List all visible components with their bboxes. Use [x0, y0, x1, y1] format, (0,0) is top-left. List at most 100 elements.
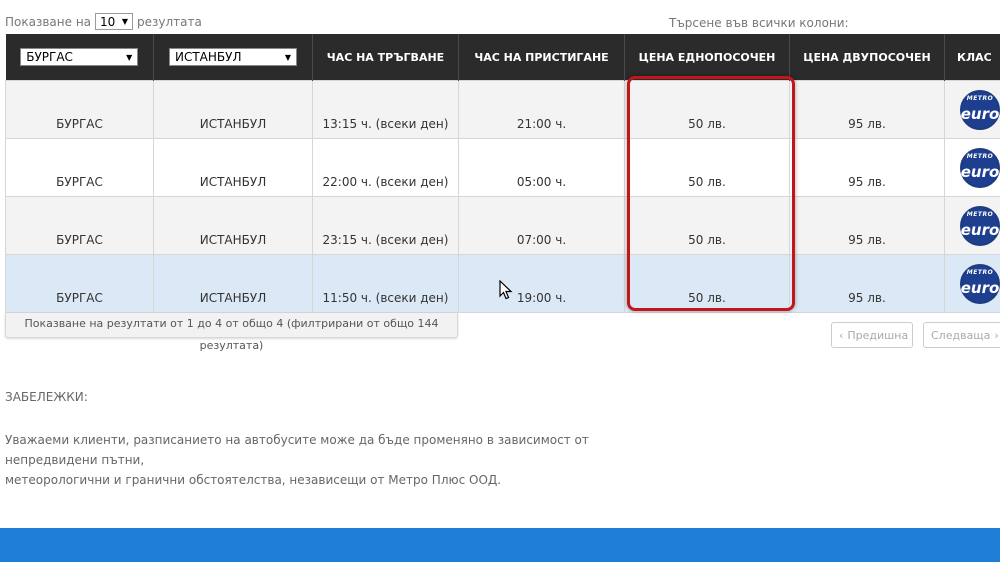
one-way-price-cell: 50 лв.	[624, 80, 790, 139]
arrival-cell: 05:00 ч.	[458, 138, 625, 197]
table-row: БУРГАС ИСТАНБУЛ 23:15 ч. (всеки ден) 07:…	[5, 196, 1000, 255]
mouse-cursor-icon	[499, 279, 513, 304]
logo-top-text: METRO	[966, 94, 994, 102]
round-trip-price-value: 95 лв.	[848, 291, 886, 305]
round-trip-price-cell: 95 лв.	[789, 254, 945, 313]
one-way-price-value: 50 лв.	[688, 117, 726, 131]
logo-main-text: euro	[960, 104, 1000, 123]
metro-euro-logo: METRO euro	[960, 147, 1000, 188]
metro-euro-logo: METRO euro	[960, 205, 1000, 246]
chevron-right-icon: ›	[994, 328, 999, 342]
departure-value: 11:50 ч. (всеки ден)	[322, 291, 449, 305]
round-trip-price-cell: 95 лв.	[789, 196, 945, 255]
from-value: БУРГАС	[56, 117, 103, 131]
one-way-price-value: 50 лв.	[688, 291, 726, 305]
round-trip-price-column-header[interactable]: ЦЕНА ДВУПОСОЧЕН	[789, 34, 945, 81]
departure-cell: 11:50 ч. (всеки ден)	[312, 254, 459, 313]
arrival-value: 07:00 ч.	[516, 233, 567, 247]
page-length-prefix: Показване на	[5, 14, 92, 29]
to-cell: ИСТАНБУЛ	[153, 80, 313, 139]
schedule-table: БУРГАС ▼ ИСТАНБУЛ ▼ ЧАС НА ТРЪГВАНЕ ЧАС …	[5, 34, 1000, 313]
metro-euro-logo: METRO euro	[960, 89, 1000, 130]
next-page-label: Следваща	[931, 328, 991, 342]
arrival-cell: 21:00 ч.	[458, 80, 625, 139]
from-cell: БУРГАС	[5, 138, 154, 197]
page-length-suffix: резултата	[137, 14, 202, 29]
from-filter-select[interactable]: БУРГАС ▼	[20, 48, 139, 66]
arrival-value: 05:00 ч.	[516, 175, 567, 189]
arrival-value: 21:00 ч.	[516, 117, 567, 131]
logo-main-text: euro	[960, 278, 1000, 297]
round-trip-price-value: 95 лв.	[848, 117, 886, 131]
logo-top-text: METRO	[966, 210, 994, 218]
one-way-price-cell: 50 лв.	[624, 196, 790, 255]
from-value: БУРГАС	[56, 175, 103, 189]
departure-cell: 13:15 ч. (всеки ден)	[312, 80, 459, 139]
next-page-button[interactable]: Следваща ›	[923, 322, 1000, 348]
from-cell: БУРГАС	[5, 254, 154, 313]
round-trip-price-cell: 95 лв.	[789, 138, 945, 197]
table-row: БУРГАС ИСТАНБУЛ 13:15 ч. (всеки ден) 21:…	[5, 80, 1000, 139]
to-filter-select[interactable]: ИСТАНБУЛ ▼	[169, 48, 297, 66]
notes-line-2: метеорологични и гранични обстоятелства,…	[5, 473, 502, 487]
departure-column-header[interactable]: ЧАС НА ТРЪГВАНЕ	[312, 34, 459, 81]
one-way-price-cell: 50 лв.	[624, 254, 790, 313]
round-trip-price-value: 95 лв.	[848, 233, 886, 247]
from-filter-value: БУРГАС	[26, 50, 73, 64]
to-value: ИСТАНБУЛ	[199, 175, 267, 189]
table-info: Показване на резултати от 1 до 4 от общо…	[5, 313, 458, 352]
from-filter-header: БУРГАС ▼	[5, 34, 154, 81]
one-way-price-column-header[interactable]: ЦЕНА ЕДНОПОСОЧЕН	[624, 34, 790, 81]
page-length-select[interactable]: 10 ▼	[95, 13, 134, 30]
chevron-down-icon: ▼	[284, 52, 291, 62]
class-cell: METRO euro	[944, 80, 1000, 139]
departure-value: 13:15 ч. (всеки ден)	[322, 117, 449, 131]
chevron-down-icon: ▼	[121, 17, 129, 26]
round-trip-price-value: 95 лв.	[848, 175, 886, 189]
footer-bar	[0, 528, 1000, 562]
logo-main-text: euro	[960, 162, 1000, 181]
class-cell: METRO euro	[944, 254, 1000, 313]
to-cell: ИСТАНБУЛ	[153, 138, 313, 197]
one-way-price-value: 50 лв.	[688, 175, 726, 189]
chevron-down-icon: ▼	[126, 52, 133, 62]
to-value: ИСТАНБУЛ	[199, 291, 267, 305]
departure-cell: 23:15 ч. (всеки ден)	[312, 196, 459, 255]
departure-value: 23:15 ч. (всеки ден)	[322, 233, 449, 247]
class-column-header[interactable]: КЛАС	[944, 34, 1000, 81]
to-filter-header: ИСТАНБУЛ ▼	[153, 34, 313, 81]
from-value: БУРГАС	[56, 291, 103, 305]
previous-page-button[interactable]: ‹ Предишна	[831, 322, 913, 348]
page-length-value: 10	[100, 14, 116, 29]
to-cell: ИСТАНБУЛ	[153, 254, 313, 313]
arrival-cell: 07:00 ч.	[458, 196, 625, 255]
table-row: БУРГАС ИСТАНБУЛ 22:00 ч. (всеки ден) 05:…	[5, 138, 1000, 197]
previous-page-label: Предишна	[847, 328, 909, 342]
search-label: Търсене във всички колони:	[669, 16, 849, 30]
notes-text: Уважаеми клиенти, разписанието на автобу…	[5, 430, 665, 490]
from-cell: БУРГАС	[5, 80, 154, 139]
notes-line-1: Уважаеми клиенти, разписанието на автобу…	[5, 433, 589, 467]
to-filter-value: ИСТАНБУЛ	[175, 50, 242, 64]
one-way-price-cell: 50 лв.	[624, 138, 790, 197]
class-cell: METRO euro	[944, 196, 1000, 255]
table-header-row: БУРГАС ▼ ИСТАНБУЛ ▼ ЧАС НА ТРЪГВАНЕ ЧАС …	[5, 34, 1000, 81]
to-value: ИСТАНБУЛ	[199, 233, 267, 247]
from-value: БУРГАС	[56, 233, 103, 247]
page-length-control: Показване на 10 ▼ резултата	[5, 13, 202, 30]
arrival-cell: 19:00 ч.	[458, 254, 625, 313]
round-trip-price-cell: 95 лв.	[789, 80, 945, 139]
logo-main-text: euro	[960, 220, 1000, 239]
arrival-column-header[interactable]: ЧАС НА ПРИСТИГАНЕ	[458, 34, 625, 81]
notes-title: ЗАБЕЛЕЖКИ:	[5, 390, 88, 404]
chevron-left-icon: ‹	[839, 328, 844, 342]
table-top-bar: Показване на 10 ▼ резултата Търсене във …	[0, 11, 1000, 33]
to-value: ИСТАНБУЛ	[199, 117, 267, 131]
one-way-price-value: 50 лв.	[688, 233, 726, 247]
from-cell: БУРГАС	[5, 196, 154, 255]
departure-value: 22:00 ч. (всеки ден)	[322, 175, 449, 189]
logo-top-text: METRO	[966, 152, 994, 160]
class-cell: METRO euro	[944, 138, 1000, 197]
to-cell: ИСТАНБУЛ	[153, 196, 313, 255]
logo-top-text: METRO	[966, 268, 994, 276]
